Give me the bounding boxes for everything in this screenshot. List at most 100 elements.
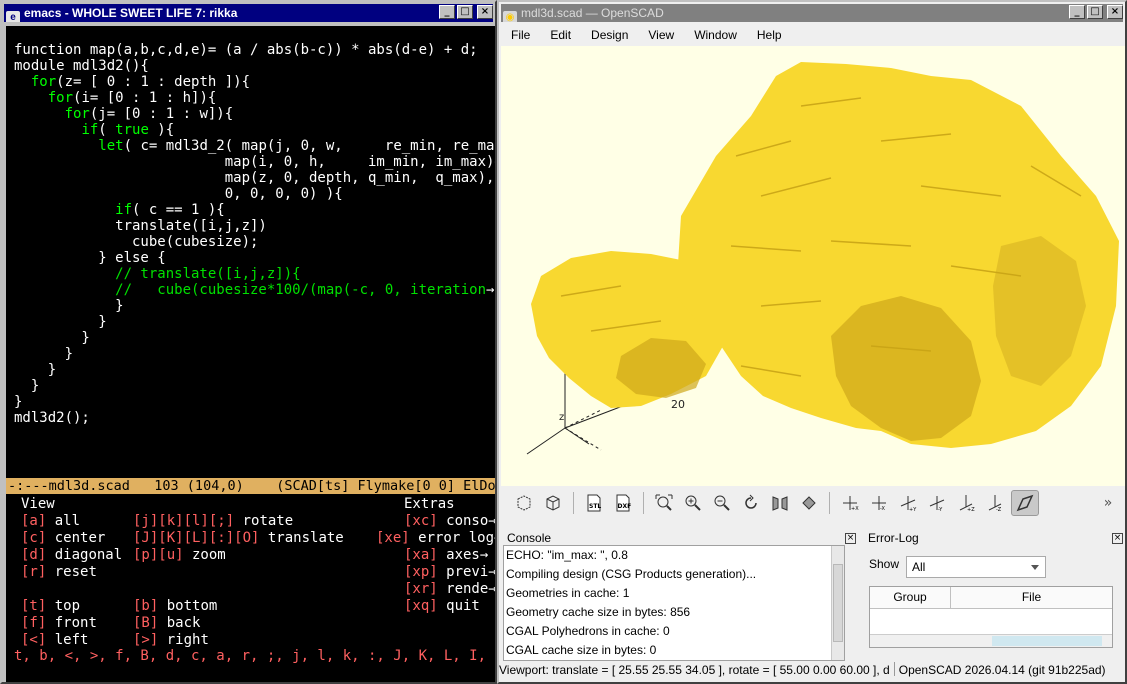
minimize-button[interactable]: _ [1069, 5, 1085, 19]
hydra-key-render[interactable]: [xr] rende→ [404, 581, 495, 598]
hydra-key-right[interactable]: [>] right [133, 632, 209, 649]
horizontal-scrollbar[interactable] [870, 634, 1112, 647]
scrollbar-thumb[interactable] [992, 636, 1102, 646]
hydra-desc: back [158, 615, 201, 631]
scrollbar-thumb[interactable] [833, 564, 843, 642]
hydra-key-back[interactable]: [B] back [133, 615, 200, 632]
menu-window[interactable]: Window [684, 28, 747, 42]
hydra-key-quit[interactable]: [xq] quit [404, 598, 480, 615]
close-icon[interactable]: × [845, 533, 856, 544]
toolbar-separator [643, 492, 644, 514]
menu-view[interactable]: View [638, 28, 684, 42]
hydra-key-left[interactable]: [<] left [21, 632, 88, 649]
code-line: map(i, 0, h, im_min, im_max) [14, 154, 495, 170]
view-all-icon[interactable] [651, 491, 677, 515]
perspective-icon[interactable] [767, 491, 793, 515]
reset-view-icon[interactable] [738, 491, 764, 515]
continuation-arrow: → [494, 530, 495, 546]
error-log-table[interactable]: Group File [869, 586, 1113, 648]
emacs-buffer[interactable]: function map(a,b,c,d,e)= (a / abs(b-c)) … [6, 26, 495, 682]
hydra-desc: reset [46, 564, 97, 580]
hydra-key-bottom[interactable]: [b] bottom [133, 598, 217, 615]
toolbar-separator [829, 492, 830, 514]
export-stl-icon[interactable]: STL [581, 491, 607, 515]
code-editor[interactable]: function map(a,b,c,d,e)= (a / abs(b-c)) … [14, 42, 495, 426]
zoom-out-icon[interactable] [709, 491, 735, 515]
hydra-desc: translate [259, 530, 344, 546]
view-front-icon[interactable]: -Y [924, 491, 950, 515]
export-dxf-icon[interactable]: DXF [610, 491, 636, 515]
openscad-titlebar[interactable]: ◉ mdl3d.scad — OpenSCAD _ □ × [501, 4, 1123, 22]
menu-design[interactable]: Design [581, 28, 638, 42]
hydra-key: [f] [21, 615, 47, 631]
view-top-icon[interactable]: +Z [953, 491, 979, 515]
axis-z-label: z [559, 412, 564, 423]
emacs-icon[interactable]: e [6, 11, 20, 22]
console-title: Console [507, 531, 552, 545]
hydra-key: [r] [21, 564, 47, 580]
hydra-key-axes[interactable]: [xa] axes→ [404, 547, 488, 564]
menu-help[interactable]: Help [747, 28, 792, 42]
toolbar-overflow-button[interactable]: » [1095, 491, 1121, 515]
console-scrollbar[interactable] [831, 546, 844, 660]
3d-viewport[interactable]: z 20 [501, 46, 1125, 486]
maximize-button[interactable]: □ [457, 5, 473, 19]
mode-line: -:---mdl3d.scad 103 (104,0) (SCAD[ts] Fl… [6, 478, 495, 494]
zoom-in-icon[interactable] [680, 491, 706, 515]
preview-icon[interactable] [511, 491, 537, 515]
menu-bar: File Edit Design View Window Help [501, 24, 1123, 46]
close-icon[interactable]: × [1112, 533, 1123, 544]
show-edges-icon[interactable] [1011, 490, 1039, 516]
hydra-key-console[interactable]: [xc] conso→ [404, 513, 495, 530]
hydra-desc: rotate [234, 513, 294, 529]
render-icon[interactable] [540, 491, 566, 515]
emacs-titlebar[interactable]: e emacs - WHOLE SWEET LIFE 7: rikka _ □ × [4, 4, 493, 22]
hydra-key-front[interactable]: [f] front [21, 615, 97, 632]
hydra-key: [B] [133, 615, 159, 631]
menu-file[interactable]: File [501, 28, 540, 42]
svg-text:+Z: +Z [967, 507, 975, 513]
console-line: Geometry cache size in bytes: 856 [506, 605, 691, 619]
svg-text:DXF: DXF [618, 503, 632, 510]
view-right-icon[interactable]: +X [837, 491, 863, 515]
column-header-group[interactable]: Group [870, 587, 951, 609]
toolbar-separator [573, 492, 574, 514]
svg-text:+Y: +Y [909, 507, 917, 513]
close-button[interactable]: × [1107, 5, 1123, 19]
code-line: } [14, 330, 90, 346]
column-header-file[interactable]: File [951, 587, 1112, 609]
code-line: } [14, 378, 40, 394]
hydra-key-translate[interactable]: [J][K][L][:][O] translate [133, 530, 344, 547]
hydra-key-reset[interactable]: [r] reset [21, 564, 97, 581]
show-label: Show [869, 557, 900, 571]
code-line: ( c == 1 ){ [132, 202, 225, 218]
hydra-key-preview[interactable]: [xp] previ→ [404, 564, 495, 581]
hydra-key-center[interactable]: [c] center [21, 530, 105, 547]
menu-edit[interactable]: Edit [540, 28, 581, 42]
hydra-key-rotate[interactable]: [j][k][l][;] rotate [133, 513, 293, 530]
hydra-desc: bottom [158, 598, 218, 614]
console-output[interactable]: ECHO: "im_max: ", 0.8 Compiling design (… [503, 545, 845, 661]
status-bar: Viewport: translate = [ 25.55 25.55 34.0… [499, 660, 1123, 680]
hydra-key-top[interactable]: [t] top [21, 598, 80, 615]
hydra-key-all[interactable]: [a] all [21, 513, 80, 530]
minimize-button[interactable]: _ [439, 5, 455, 19]
orthogonal-icon[interactable] [796, 491, 822, 515]
viewer-toolbar: STL DXF +X -X +Y -Y +Z -Z » [501, 488, 1125, 518]
hydra-desc: conso [437, 513, 489, 529]
view-bottom-icon[interactable]: -Z [982, 491, 1008, 515]
hydra-key-error-log[interactable]: [xe] error log→ [376, 530, 495, 547]
maximize-button[interactable]: □ [1087, 5, 1103, 19]
show-filter-select[interactable]: All [906, 556, 1046, 578]
svg-text:-Y: -Y [938, 507, 943, 513]
code-comment: // translate([i,j,z]){ [14, 266, 301, 282]
hydra-key: [c] [21, 530, 47, 546]
code-keyword: true [115, 122, 149, 138]
hydra-key-diagonal[interactable]: [d] diagonal [21, 547, 122, 564]
view-back-icon[interactable]: +Y [895, 491, 921, 515]
view-left-icon[interactable]: -X [866, 491, 892, 515]
openscad-icon[interactable]: ◉ [503, 11, 517, 22]
hydra-key-zoom[interactable]: [p][u] zoom [133, 547, 226, 564]
svg-text:-Z: -Z [996, 507, 1002, 513]
close-button[interactable]: × [477, 5, 493, 19]
